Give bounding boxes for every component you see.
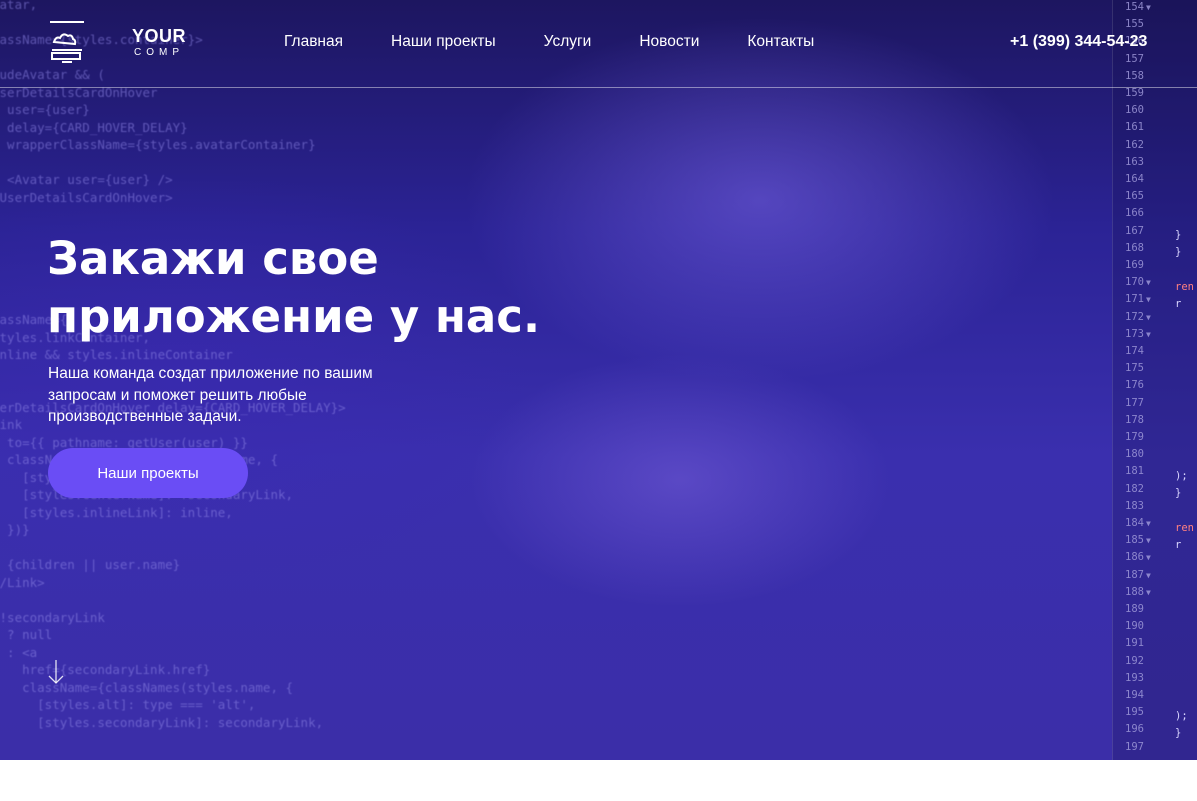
code-line: [styles.secondaryLink]: secondaryLink, xyxy=(0,714,324,730)
line-number: 163 xyxy=(1125,155,1144,168)
hero-title-line-2: приложение у нас. xyxy=(47,290,541,343)
logo-text-bottom: COMP xyxy=(134,47,184,58)
line-number: 162 xyxy=(1125,138,1144,151)
line-number: 165 xyxy=(1125,190,1144,203)
code-line: delay={CARD_HOVER_DELAY} xyxy=(0,119,188,135)
nav-item-projects[interactable]: Наши проекты xyxy=(391,33,496,51)
line-number: 194 xyxy=(1125,689,1144,701)
line-number: 167 xyxy=(1125,224,1144,237)
code-line: </Link> xyxy=(0,574,45,590)
fold-triangle-icon[interactable]: ▼ xyxy=(1146,278,1151,287)
line-number: 172 ▼ xyxy=(1125,310,1151,323)
line-number: 197 xyxy=(1125,740,1144,753)
nav-item-news[interactable]: Новости xyxy=(639,33,699,51)
line-number: 185 ▼ xyxy=(1125,534,1151,547)
fold-triangle-icon[interactable]: ▼ xyxy=(1146,295,1151,304)
code-line: : <a xyxy=(7,644,38,660)
line-number: 181 xyxy=(1125,465,1144,478)
code-line: <Avatar user={user} /> xyxy=(0,172,173,187)
line-number: 179 xyxy=(1125,431,1144,443)
code-line: {!secondaryLink xyxy=(0,609,105,625)
logo-text-top: YOUR xyxy=(132,26,187,46)
gutter-code-keyword: ren xyxy=(1175,522,1194,534)
line-number: 190 xyxy=(1125,620,1144,633)
code-line: ? null xyxy=(7,627,53,642)
line-number: 170 ▼ xyxy=(1125,276,1151,289)
line-number: 169 xyxy=(1125,259,1144,271)
line-number: 183 xyxy=(1125,499,1144,512)
line-number: 164 xyxy=(1125,173,1144,185)
line-number: 159 xyxy=(1125,87,1144,99)
code-line: href={secondaryLink.href} xyxy=(0,662,211,677)
line-number: 180 xyxy=(1125,448,1144,461)
line-number: 175 xyxy=(1125,362,1144,375)
gutter-code-keyword: r xyxy=(1175,539,1182,551)
line-number: 195 xyxy=(1125,706,1144,719)
line-number: 188 ▼ xyxy=(1125,585,1151,598)
fold-triangle-icon[interactable]: ▼ xyxy=(1146,313,1151,322)
line-number: 166 xyxy=(1125,207,1144,220)
line-number: 168 xyxy=(1125,241,1144,254)
nav-item-contacts[interactable]: Контакты xyxy=(747,33,814,51)
line-number: 187 ▼ xyxy=(1125,568,1151,581)
line-number: 176 xyxy=(1125,379,1144,392)
site-header: YOUR COMP Главная Наши проекты Услуги Но… xyxy=(0,0,1197,88)
line-number: 177 xyxy=(1125,396,1144,409)
fold-triangle-icon[interactable]: ▼ xyxy=(1146,536,1151,545)
line-number: 196 xyxy=(1125,723,1144,736)
gutter-code-brace: } xyxy=(1175,727,1182,739)
nav-item-services[interactable]: Услуги xyxy=(544,33,592,51)
fold-triangle-icon[interactable]: ▼ xyxy=(1146,571,1151,580)
line-number: 173 ▼ xyxy=(1125,327,1151,340)
hero-subtitle: Наша команда создат приложение по вашим … xyxy=(48,365,373,425)
code-line: {children || user.name} xyxy=(0,557,181,572)
line-number: 160 xyxy=(1125,104,1144,117)
gutter-code-brace: } xyxy=(1175,487,1182,499)
code-line: })} xyxy=(7,522,30,537)
code-line: [styles.alt]: type === 'alt', xyxy=(0,697,256,712)
line-number: 174 xyxy=(1125,345,1144,357)
line-number: 171 ▼ xyxy=(1125,293,1151,306)
gutter-code-brace: } xyxy=(1175,246,1182,258)
hero-title: Закажи свое приложение у нас. xyxy=(47,230,607,346)
hero-title-line-1: Закажи свое xyxy=(47,232,379,285)
editor-gutter: } } ren r ); } ren r ); } 154 ▼ 155 156 157 1… xyxy=(1112,0,1197,760)
fold-triangle-icon[interactable]: ▼ xyxy=(1146,330,1151,339)
code-line: > xyxy=(0,539,552,557)
line-number: 191 xyxy=(1125,637,1144,650)
gutter-code-keyword: r xyxy=(1175,298,1182,310)
line-number: 182 xyxy=(1125,482,1144,495)
line-number: 192 xyxy=(1125,654,1144,667)
line-number: 186 ▼ xyxy=(1125,551,1151,564)
code-line: /UserDetailsCardOnHover> xyxy=(0,189,173,205)
gutter-code-brace: ); xyxy=(1175,710,1188,722)
code-line: wrapperClassName={styles.avatarContainer… xyxy=(0,137,316,152)
fold-triangle-icon[interactable]: ▼ xyxy=(1146,553,1151,562)
line-number: 189 xyxy=(1125,603,1144,615)
main-nav: Главная Наши проекты Услуги Новости Конт… xyxy=(284,33,814,51)
phone-number[interactable]: +1 (399) 344-54-23 xyxy=(1010,33,1147,51)
code-line: inline && styles.inlineContainer xyxy=(0,347,233,362)
nav-item-home[interactable]: Главная xyxy=(284,33,343,51)
computer-logo-icon xyxy=(50,21,84,63)
line-number: 178 xyxy=(1125,413,1144,426)
arrow-down-icon[interactable] xyxy=(46,658,66,686)
gutter-code-brace: } xyxy=(1175,229,1182,241)
code-line: [styles.inlineLink]: inline, xyxy=(0,504,233,520)
logo[interactable]: YOUR COMP xyxy=(48,20,186,66)
line-number: 193 xyxy=(1125,671,1144,684)
gutter-code-brace: ); xyxy=(1175,470,1188,482)
hero-section: vatar, lassName={styles.container}> lude… xyxy=(0,0,1197,760)
code-line: user={user} xyxy=(0,102,90,117)
line-number: 161 xyxy=(1125,121,1144,134)
gutter-code-keyword: ren xyxy=(1175,281,1194,293)
projects-button[interactable]: Наши проекты xyxy=(48,448,248,498)
fold-triangle-icon[interactable]: ▼ xyxy=(1146,519,1151,528)
line-number: 184 ▼ xyxy=(1125,517,1151,529)
fold-triangle-icon[interactable]: ▼ xyxy=(1146,588,1151,597)
code-line: className={classNames(styles.name, { xyxy=(0,679,294,695)
